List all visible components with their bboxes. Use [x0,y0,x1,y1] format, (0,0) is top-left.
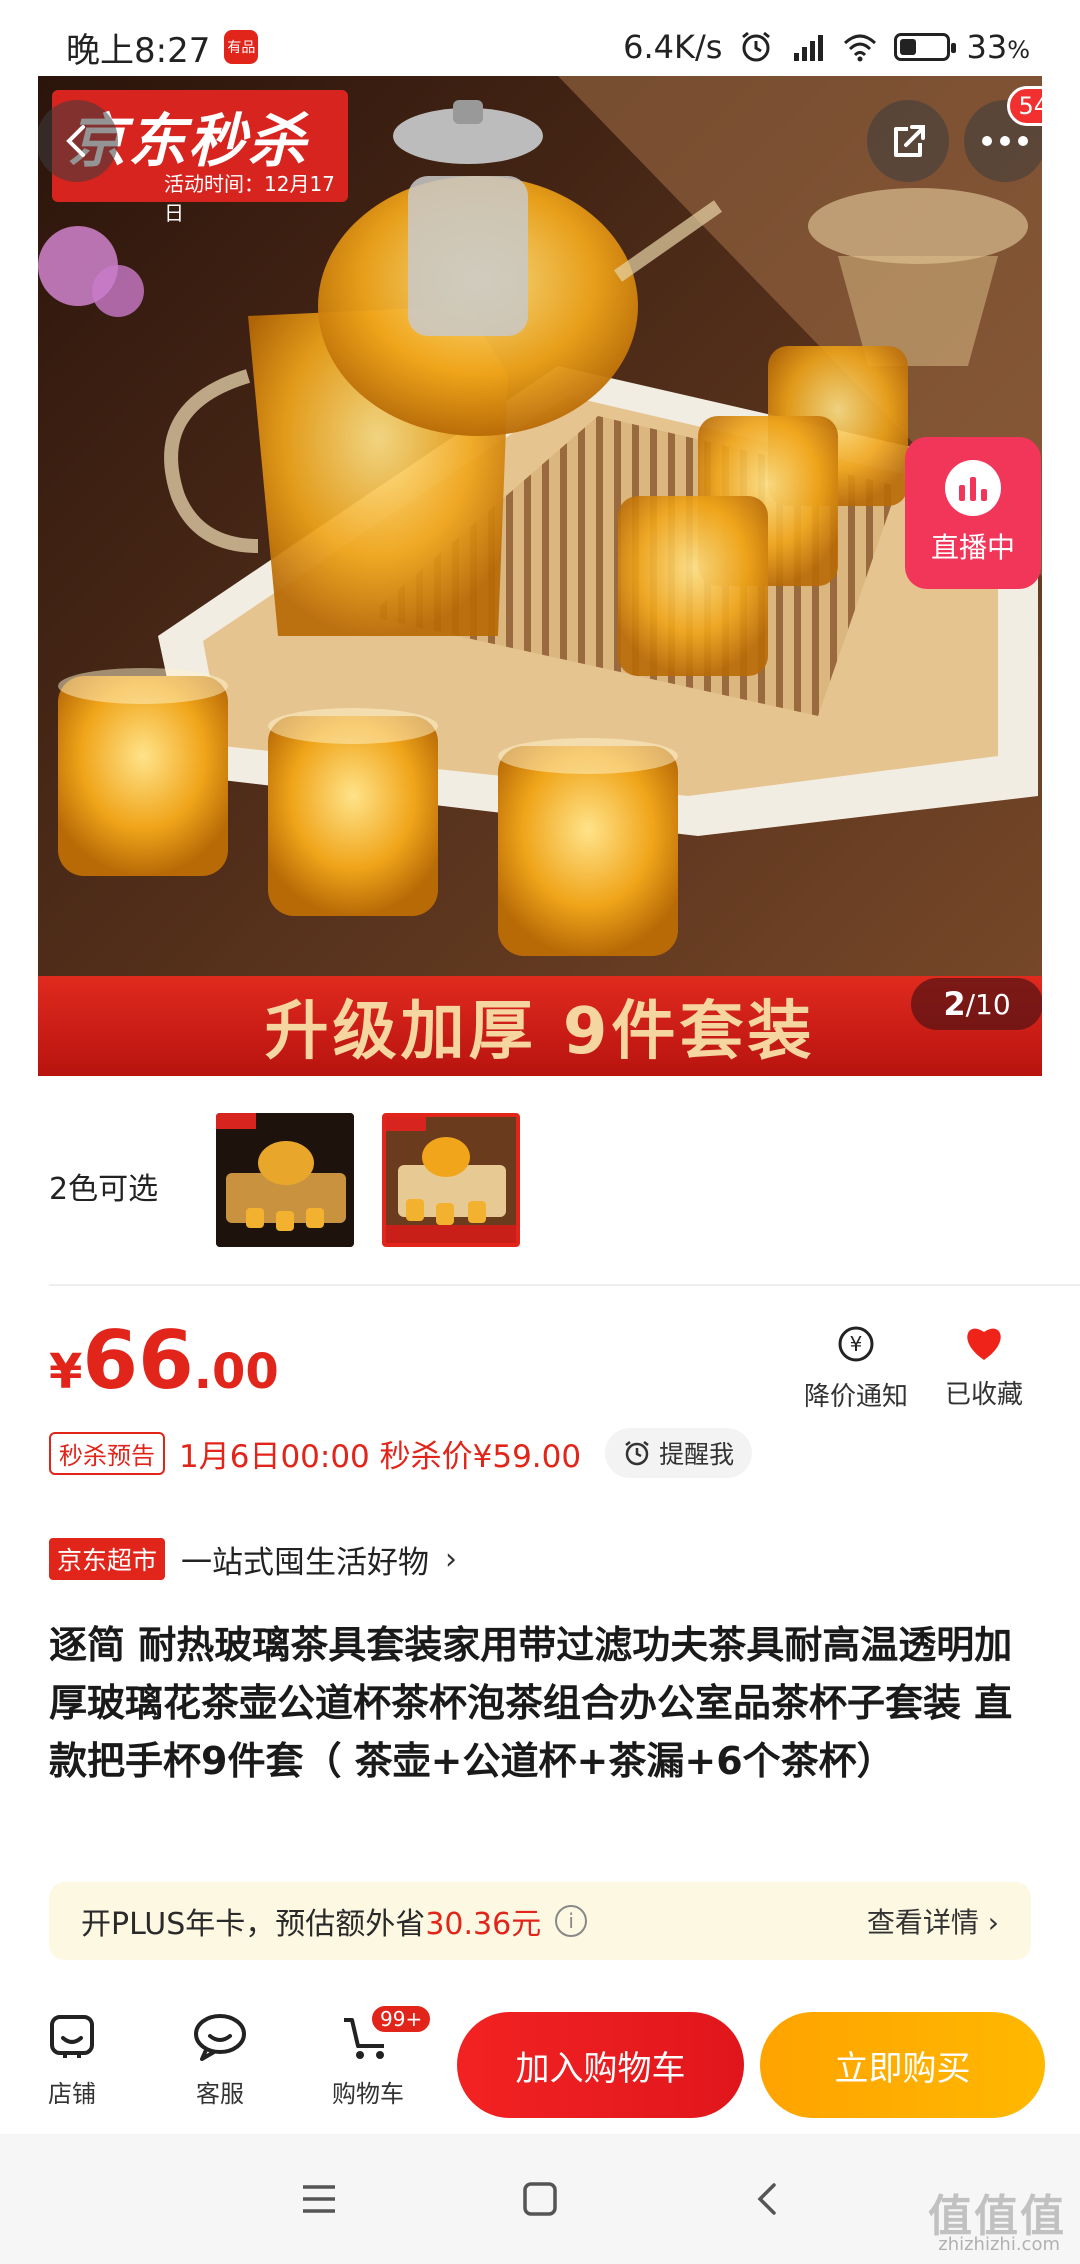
product-image-carousel[interactable]: 京东秒杀 活动时间：12月17日 54 直播中 升级加厚 9件套装 2/10 [38,76,1042,1076]
battery-level [900,39,917,55]
cart-label: 购物车 [332,2080,404,2108]
color-option-thumbnail-1[interactable] [216,1113,354,1247]
status-time: 晚上8:27 [66,30,211,71]
store-slogan: 一站式囤生活好物 [181,1544,430,1581]
app-notification-icon: 有品 [224,30,259,64]
share-icon [894,125,925,157]
info-icon[interactable]: i [555,1905,588,1937]
more-button[interactable]: 54 [964,86,1042,182]
heart-icon [967,1328,1001,1360]
image-page-indicator: 2/10 [911,978,1042,1030]
back-button[interactable] [38,100,118,182]
customer-service-label: 客服 [196,2080,244,2108]
flash-logo-subtitle: 活动时间：12月17日 [164,172,335,225]
plus-saving-amount: 30.36元 [425,1907,542,1942]
jd-supermarket-tag: 京东超市 [49,1538,166,1580]
status-right: 6.4K/s 33% [623,28,1030,66]
product-image-banner: 升级加厚 9件套装 [38,976,1042,1076]
flash-sale-tag: 秒杀预告 [49,1431,165,1475]
remind-me-label: 提醒我 [659,1440,735,1469]
flash-sale-text: 1月6日00:00 秒杀价¥59.00 [179,1438,582,1475]
wifi-icon [844,34,877,62]
home-nav-button[interactable] [515,2174,565,2224]
home-square-icon [523,2182,557,2216]
cart-count-badge: 99+ [370,2004,433,2034]
color-option-thumbnail-2-selected[interactable] [382,1113,520,1247]
thumbnail-image [386,1117,516,1243]
product-title: 逐简 耐热玻璃茶具套装家用带过滤功夫茶具耐高温透明加厚玻璃花茶壶公道杯茶杯泡茶组… [49,1623,1013,1783]
product-price: ¥ 66 .00 [49,1314,279,1407]
chevron-right-icon: › [445,1541,458,1577]
signal-icon [794,35,824,61]
shop-label: 店铺 [48,2080,96,2108]
battery-percent: 33% [966,28,1030,66]
customer-service-button[interactable]: 客服 [170,2012,270,2109]
shop-button[interactable]: 店铺 [22,2012,122,2109]
favorite-label: 已收藏 [944,1380,1023,1410]
chat-icon [194,2014,246,2061]
menu-icon [303,2185,335,2213]
view-details-link[interactable]: 查看详情 › [867,1901,999,1941]
color-options: 2色可选 [0,1092,1080,1282]
back-arrow-icon [66,125,85,157]
plus-membership-bar[interactable]: 开PLUS年卡，预估额外省 30.36元 i 查看详情 › [49,1882,1031,1960]
battery-icon [894,33,957,61]
add-to-cart-button[interactable]: 加入购物车 [457,2012,744,2118]
price-alert-icon: ¥ [838,1326,874,1362]
store-promo-row[interactable]: 京东超市 一站式囤生活好物 › [49,1538,458,1581]
buy-now-button[interactable]: 立即购买 [760,2012,1045,2118]
shop-icon [50,2015,94,2058]
product-photo [38,76,1042,1076]
price-drop-notify-label: 降价通知 [803,1382,908,1412]
system-navigation-bar: 值值值 zhizhizhi.com [0,2134,1080,2264]
message-count-badge: 54 [1007,86,1042,126]
live-icon [945,460,1001,516]
more-dots-icon [982,136,1028,146]
cart-button[interactable]: 99+ 购物车 [318,2004,433,2109]
status-left: 晚上8:27 有品 [66,23,259,72]
flash-sale-preview: 秒杀预告 1月6日00:00 秒杀价¥59.00 提醒我 [49,1428,753,1478]
thumbnail-image [216,1113,354,1247]
site-watermark-url: zhizhizhi.com [938,2234,1060,2255]
net-speed: 6.4K/s [623,28,723,66]
alarm-icon [742,31,771,62]
alarm-clock-icon [625,1441,649,1466]
live-label: 直播中 [930,531,1015,564]
section-divider [49,1284,1080,1286]
share-button[interactable] [867,100,949,182]
price-drop-notify-button[interactable]: ¥ 降价通知 [800,1324,912,1413]
menu-nav-button[interactable] [294,2174,344,2224]
back-triangle-icon [757,2183,776,2215]
remind-me-button[interactable]: 提醒我 [605,1428,753,1478]
color-count-label: 2色可选 [49,1172,159,1207]
favorite-button[interactable]: 已收藏 [938,1324,1030,1411]
back-nav-button[interactable] [742,2174,792,2224]
bottom-action-bar: 店铺 客服 99+ 购物车 加入购物车 立即购买 [0,1990,1080,2130]
svg-text:¥: ¥ [850,1332,863,1356]
live-stream-button[interactable]: 直播中 [905,437,1041,589]
plus-prefix: 开PLUS年卡，预估额外省 [81,1907,426,1942]
